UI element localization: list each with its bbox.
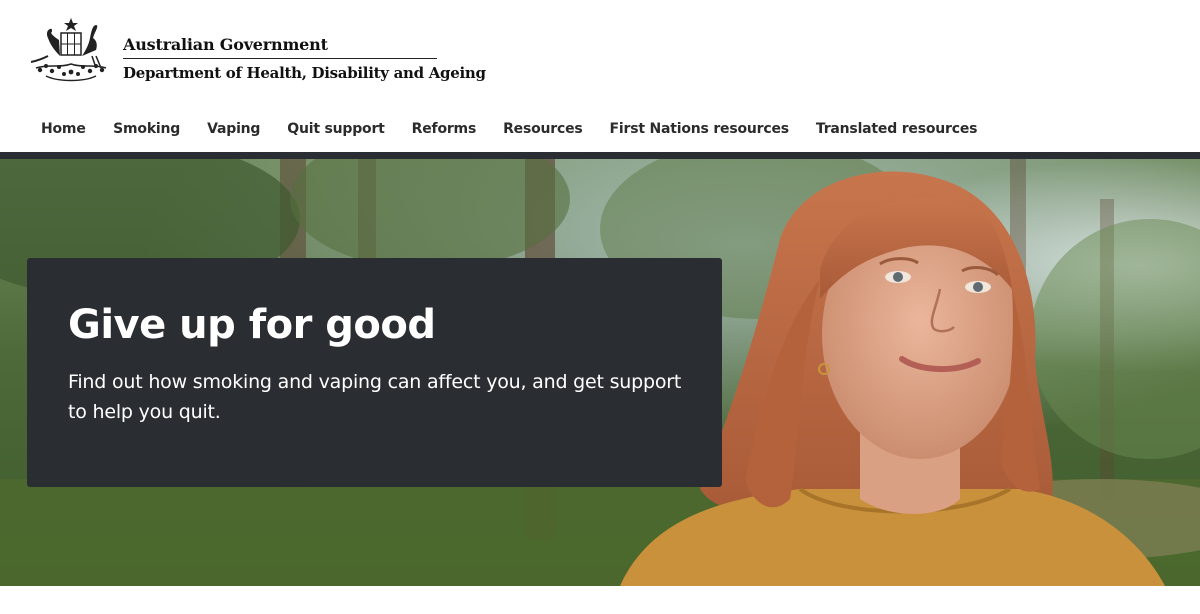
nav-item-quit-support[interactable]: Quit support [274, 104, 398, 154]
hero-description: Find out how smoking and vaping can affe… [68, 371, 682, 423]
government-name: Australian Government [123, 35, 328, 54]
page-body-start [0, 586, 1200, 614]
nav-item-translated-resources[interactable]: Translated resources [802, 104, 990, 154]
department-name: Department of Health, Disability and Age… [123, 64, 486, 82]
hero-title: Give up for good [68, 302, 436, 348]
hero-card: Give up for good Find out how smoking an… [27, 258, 722, 487]
main-navigation: Home Smoking Vaping Quit support Reforms… [27, 104, 991, 160]
nav-item-home[interactable]: Home [27, 104, 100, 160]
australian-coat-of-arms-icon[interactable] [26, 16, 116, 86]
nav-item-vaping[interactable]: Vaping [194, 104, 274, 154]
nav-item-first-nations-resources[interactable]: First Nations resources [596, 104, 802, 154]
branding-divider [123, 58, 437, 59]
nav-item-smoking[interactable]: Smoking [100, 104, 194, 154]
government-branding[interactable]: Australian Government Department of Heal… [123, 34, 486, 82]
nav-item-reforms[interactable]: Reforms [398, 104, 489, 154]
navigation-underline-bar [0, 152, 1200, 159]
nav-item-resources[interactable]: Resources [490, 104, 596, 154]
site-header: Australian Government Department of Heal… [0, 0, 1200, 104]
